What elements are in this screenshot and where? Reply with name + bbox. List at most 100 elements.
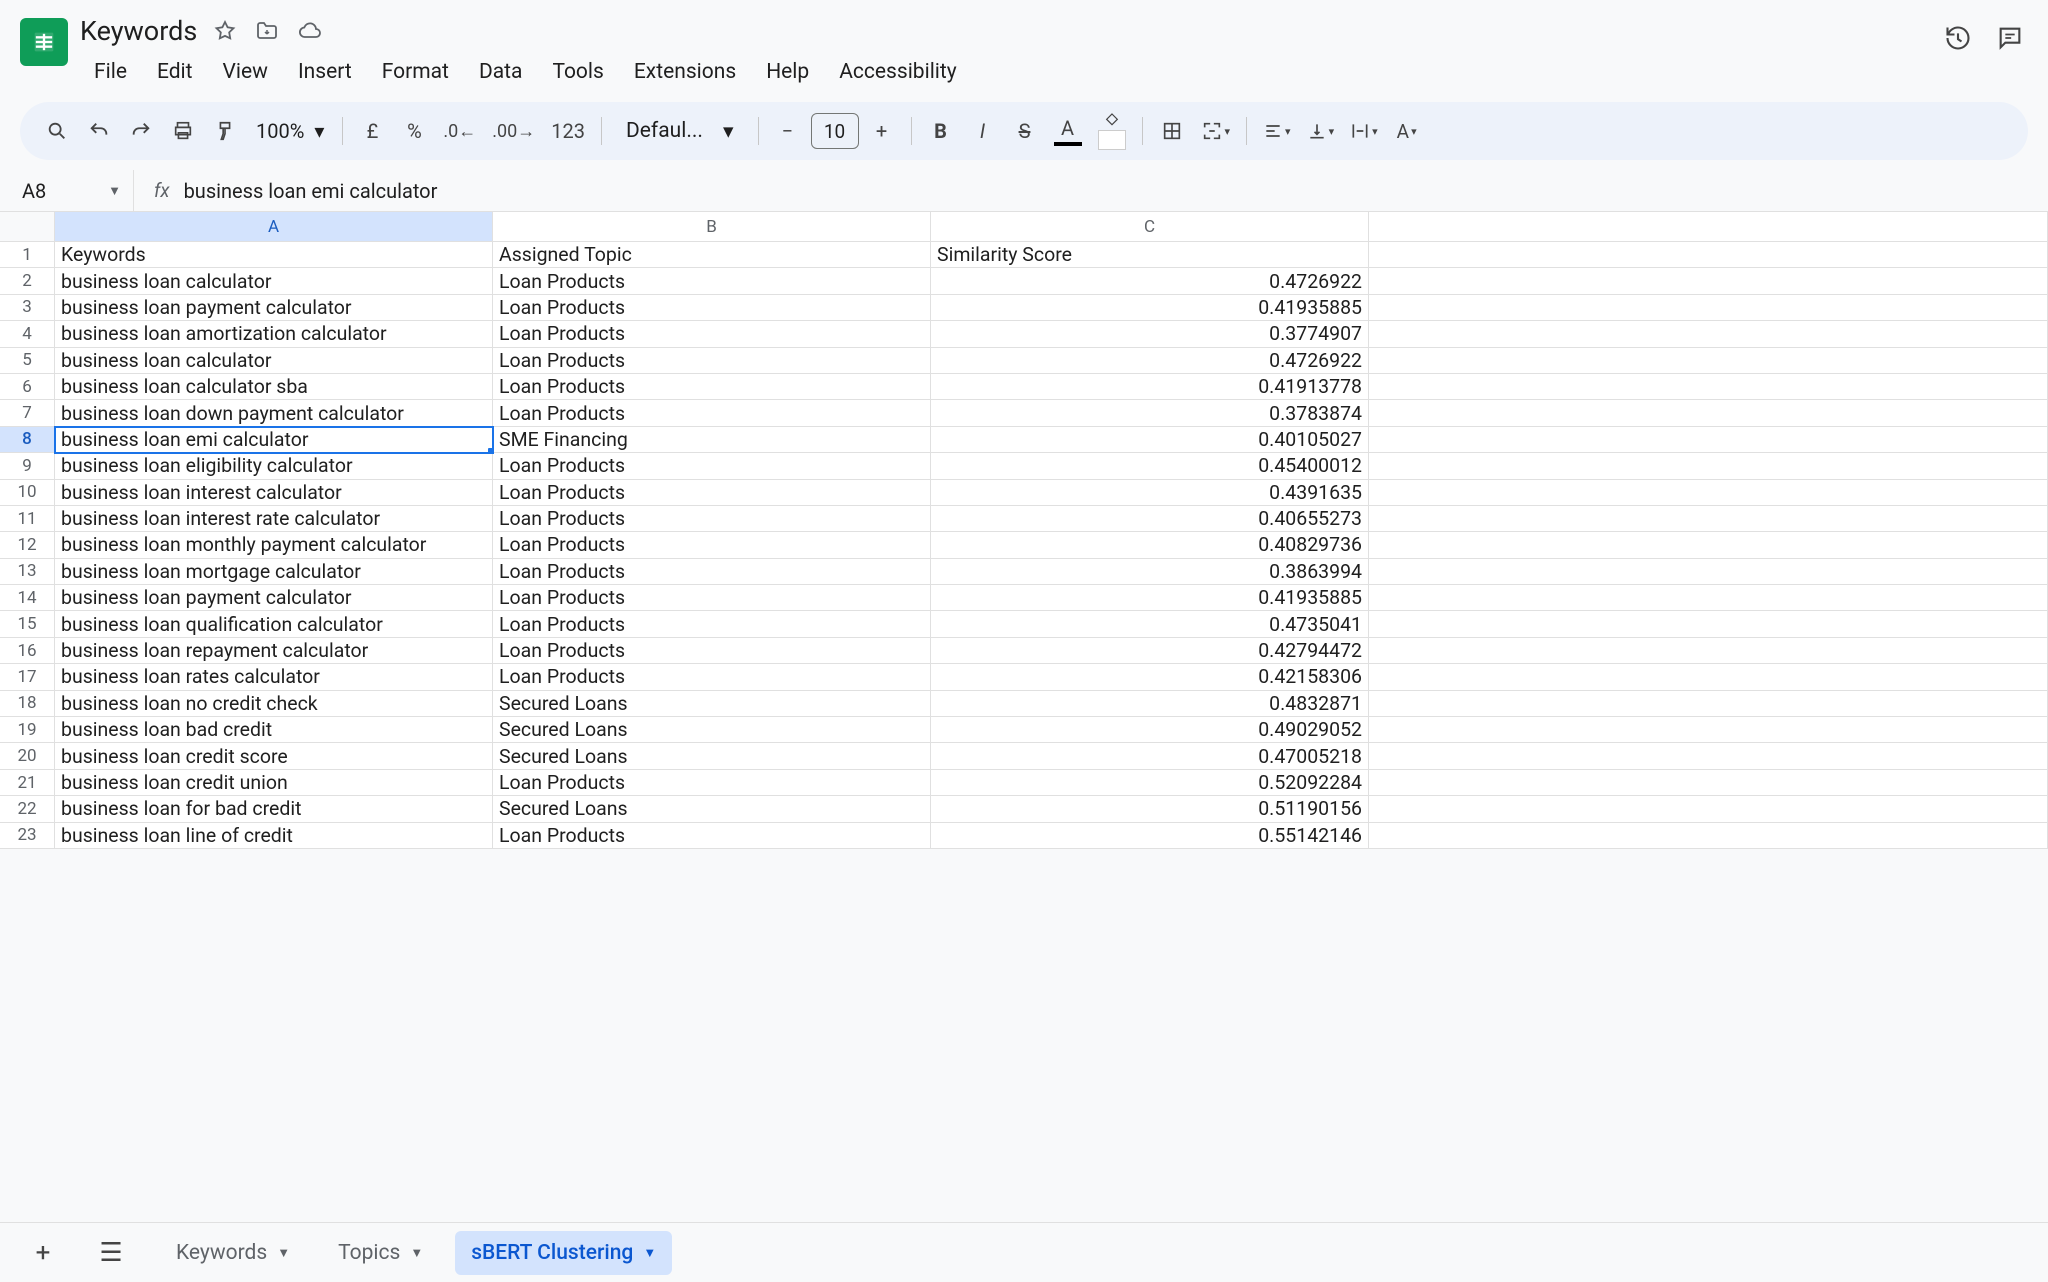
cell[interactable]: Loan Products <box>493 664 931 690</box>
row-header[interactable]: 21 <box>0 770 55 796</box>
cell[interactable]: Keywords <box>55 242 493 268</box>
cell[interactable] <box>1369 532 2048 558</box>
row-header[interactable]: 23 <box>0 823 55 849</box>
font-family-dropdown[interactable]: Defaul...▾ <box>612 119 747 144</box>
cell[interactable] <box>1369 295 2048 321</box>
currency-button[interactable]: £ <box>353 112 391 150</box>
cell[interactable]: business loan amortization calculator <box>55 321 493 347</box>
cell[interactable]: 0.4726922 <box>931 348 1369 374</box>
row-header[interactable]: 15 <box>0 611 55 637</box>
cell[interactable]: 0.3783874 <box>931 400 1369 426</box>
cell[interactable]: Loan Products <box>493 585 931 611</box>
cell[interactable]: Loan Products <box>493 453 931 479</box>
cell[interactable]: Loan Products <box>493 348 931 374</box>
cell[interactable]: 0.52092284 <box>931 770 1369 796</box>
row-header[interactable]: 20 <box>0 743 55 769</box>
cell[interactable] <box>1369 611 2048 637</box>
row-header[interactable]: 8 <box>0 427 55 453</box>
cell[interactable]: 0.40105027 <box>931 427 1369 453</box>
cell[interactable]: business loan line of credit <box>55 823 493 849</box>
cell[interactable]: business loan rates calculator <box>55 664 493 690</box>
decrease-font-icon[interactable]: − <box>769 112 807 150</box>
row-header[interactable]: 14 <box>0 585 55 611</box>
row-header[interactable]: 5 <box>0 348 55 374</box>
cell[interactable]: 0.40829736 <box>931 532 1369 558</box>
row-header[interactable]: 12 <box>0 532 55 558</box>
cell[interactable]: Loan Products <box>493 295 931 321</box>
cell[interactable] <box>1369 585 2048 611</box>
cell[interactable]: 0.49029052 <box>931 717 1369 743</box>
cell[interactable]: 0.41935885 <box>931 585 1369 611</box>
cell[interactable]: Loan Products <box>493 506 931 532</box>
strikethrough-icon[interactable]: S <box>1006 112 1044 150</box>
row-header[interactable]: 13 <box>0 559 55 585</box>
select-all-corner[interactable] <box>0 212 55 242</box>
decrease-decimal-icon[interactable]: .0← <box>437 112 482 150</box>
move-folder-icon[interactable] <box>255 19 279 43</box>
cell[interactable]: business loan credit score <box>55 743 493 769</box>
cell[interactable]: Loan Products <box>493 559 931 585</box>
all-sheets-icon[interactable]: ☰ <box>92 1234 130 1272</box>
formula-input[interactable]: business loan emi calculator <box>184 179 438 203</box>
zoom-dropdown[interactable]: 100%▾ <box>248 119 332 143</box>
row-header[interactable]: 2 <box>0 268 55 294</box>
cell[interactable] <box>1369 242 2048 268</box>
cell[interactable] <box>1369 480 2048 506</box>
undo-icon[interactable] <box>80 112 118 150</box>
cell[interactable]: 0.4726922 <box>931 268 1369 294</box>
cell[interactable] <box>1369 400 2048 426</box>
menu-tools[interactable]: Tools <box>538 54 617 90</box>
font-size-input[interactable]: 10 <box>811 113 859 149</box>
cell[interactable]: business loan emi calculator <box>55 427 493 453</box>
italic-icon[interactable]: I <box>964 112 1002 150</box>
column-header-a[interactable]: A <box>55 212 493 242</box>
menu-view[interactable]: View <box>209 54 282 90</box>
menu-extensions[interactable]: Extensions <box>620 54 750 90</box>
spreadsheet-grid[interactable]: A B C 1KeywordsAssigned TopicSimilarity … <box>0 212 2048 849</box>
increase-decimal-icon[interactable]: .00→ <box>486 112 541 150</box>
row-header[interactable]: 10 <box>0 480 55 506</box>
cell[interactable]: 0.41913778 <box>931 374 1369 400</box>
menu-help[interactable]: Help <box>752 54 823 90</box>
cell[interactable]: business loan credit union <box>55 770 493 796</box>
cell[interactable] <box>1369 268 2048 294</box>
history-icon[interactable] <box>1944 24 1972 52</box>
row-header[interactable]: 22 <box>0 796 55 822</box>
cell[interactable] <box>1369 321 2048 347</box>
cell[interactable]: business loan payment calculator <box>55 585 493 611</box>
cell[interactable] <box>1369 770 2048 796</box>
cell[interactable] <box>1369 796 2048 822</box>
cell[interactable]: 0.40655273 <box>931 506 1369 532</box>
cell[interactable]: 0.3863994 <box>931 559 1369 585</box>
cell[interactable]: 0.41935885 <box>931 295 1369 321</box>
document-title[interactable]: Keywords <box>80 15 197 47</box>
sheet-tab[interactable]: sBERT Clustering▼ <box>455 1231 672 1275</box>
menu-file[interactable]: File <box>80 54 141 90</box>
row-header[interactable]: 3 <box>0 295 55 321</box>
row-header[interactable]: 1 <box>0 242 55 268</box>
cell[interactable]: business loan repayment calculator <box>55 638 493 664</box>
cell[interactable]: 0.3774907 <box>931 321 1369 347</box>
cell[interactable]: Assigned Topic <box>493 242 931 268</box>
cell[interactable]: business loan down payment calculator <box>55 400 493 426</box>
add-sheet-icon[interactable]: + <box>24 1234 62 1272</box>
row-header[interactable]: 16 <box>0 638 55 664</box>
cell[interactable]: business loan no credit check <box>55 691 493 717</box>
row-header[interactable]: 9 <box>0 453 55 479</box>
increase-font-icon[interactable]: + <box>863 112 901 150</box>
cell[interactable]: Loan Products <box>493 480 931 506</box>
percent-button[interactable]: % <box>395 112 433 150</box>
row-header[interactable]: 11 <box>0 506 55 532</box>
cell[interactable]: business loan interest calculator <box>55 480 493 506</box>
cell[interactable]: business loan calculator <box>55 268 493 294</box>
cell[interactable] <box>1369 743 2048 769</box>
cell[interactable] <box>1369 453 2048 479</box>
column-header-blank[interactable] <box>1369 212 2048 242</box>
cell[interactable]: Loan Products <box>493 770 931 796</box>
cell[interactable]: Secured Loans <box>493 691 931 717</box>
row-header[interactable]: 7 <box>0 400 55 426</box>
cell[interactable]: business loan interest rate calculator <box>55 506 493 532</box>
paint-format-icon[interactable] <box>206 112 244 150</box>
cell[interactable]: 0.55142146 <box>931 823 1369 849</box>
cell[interactable]: 0.4735041 <box>931 611 1369 637</box>
